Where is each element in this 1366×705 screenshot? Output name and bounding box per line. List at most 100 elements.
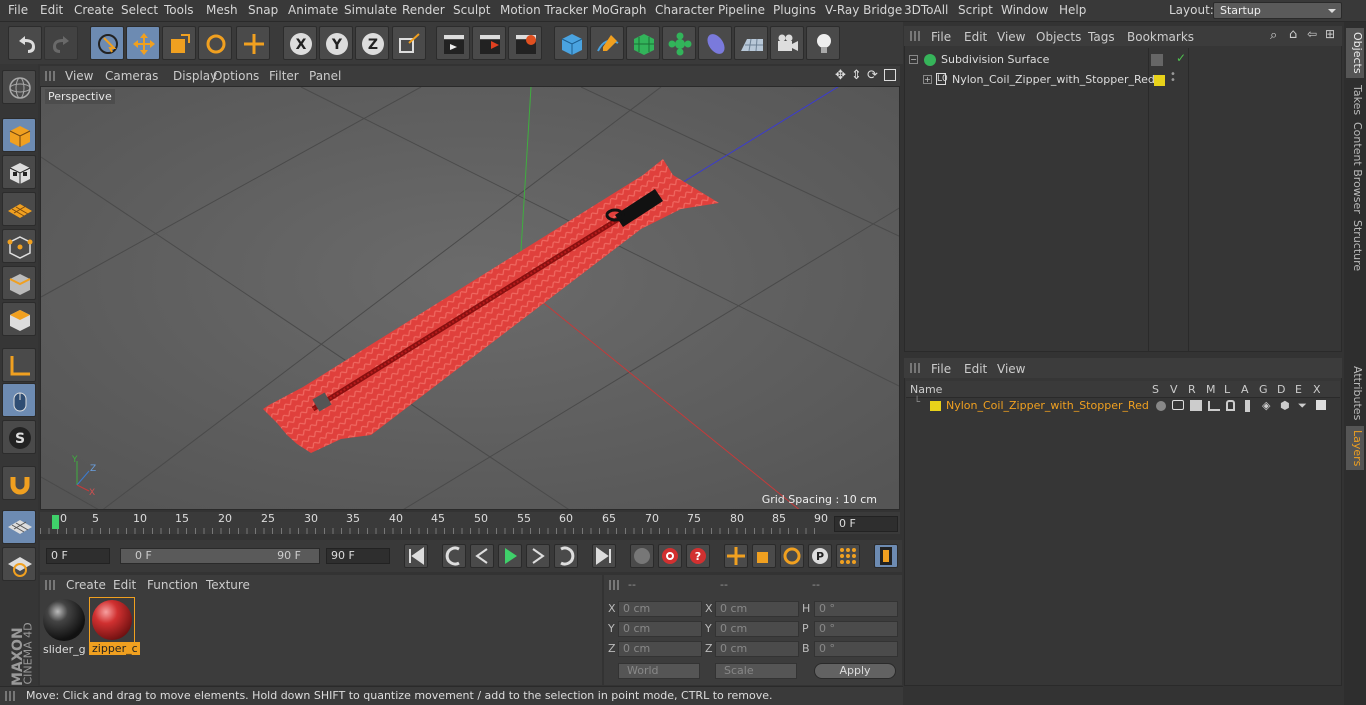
collapse-icon[interactable]: −: [909, 55, 918, 64]
layout-select[interactable]: Startup: [1213, 2, 1342, 19]
material-swatch[interactable]: slider_g: [41, 597, 87, 656]
size-x-field[interactable]: 0 cm: [715, 601, 799, 617]
manager-icon[interactable]: [1208, 401, 1220, 411]
layer-col-deformers[interactable]: D: [1277, 383, 1285, 396]
floor-button[interactable]: [734, 26, 768, 60]
material-menu-edit[interactable]: Edit: [113, 578, 136, 592]
viewport-menu-view[interactable]: View: [65, 69, 93, 83]
camera-button[interactable]: [770, 26, 804, 60]
menu-render[interactable]: Render: [402, 3, 445, 17]
coord-system-select[interactable]: World: [618, 663, 700, 679]
keyframe-selection-button[interactable]: ?: [686, 544, 710, 568]
menu-sculpt[interactable]: Sculpt: [453, 3, 490, 17]
rotate-tool-button[interactable]: [198, 26, 232, 60]
render-clapper-icon[interactable]: [1190, 400, 1202, 411]
rotation-h-field[interactable]: 0 °: [814, 601, 898, 617]
menu-vray-bridge[interactable]: V-Ray Bridge: [825, 3, 902, 17]
menu-script[interactable]: Script: [958, 3, 993, 17]
objects-menu-objects[interactable]: Objects: [1036, 30, 1081, 44]
orbit-view-icon[interactable]: ⟳: [867, 68, 878, 83]
render-view-button[interactable]: [436, 26, 470, 60]
viewport-menu-panel[interactable]: Panel: [309, 69, 341, 83]
deformer-icon[interactable]: ⬢: [1280, 399, 1290, 412]
render-to-picture-viewer-button[interactable]: [472, 26, 506, 60]
light-button[interactable]: [806, 26, 840, 60]
eye-icon[interactable]: [1172, 400, 1184, 410]
material-menu-texture[interactable]: Texture: [206, 578, 250, 592]
end-frame-field[interactable]: 90 F: [326, 548, 390, 564]
search-icon[interactable]: ⌕: [1270, 28, 1277, 43]
menu-window[interactable]: Window: [1001, 3, 1048, 17]
layers-menu-view[interactable]: View: [997, 362, 1025, 376]
current-frame-field[interactable]: 0 F: [834, 516, 898, 532]
expression-icon[interactable]: ⏷: [1298, 399, 1307, 413]
playhead[interactable]: [52, 515, 59, 529]
menu-3dtoall[interactable]: 3DToAll: [904, 3, 948, 17]
menu-create[interactable]: Create: [74, 3, 114, 17]
lock-icon[interactable]: [1226, 400, 1235, 411]
snap-button[interactable]: S: [2, 420, 36, 454]
workplane-lock-button[interactable]: [2, 510, 36, 544]
layer-col-xref[interactable]: X: [1313, 383, 1321, 396]
locked-workplane-button[interactable]: [2, 547, 36, 581]
material-menu-function[interactable]: Function: [147, 578, 198, 592]
viewport-menu-display[interactable]: Display: [173, 69, 217, 83]
frame-range-slider[interactable]: 0 F 90 F: [120, 548, 320, 564]
layer-col-manager[interactable]: M: [1206, 383, 1216, 396]
position-y-field[interactable]: 0 cm: [618, 621, 702, 637]
render-settings-button[interactable]: [508, 26, 542, 60]
points-mode-button[interactable]: [2, 229, 36, 263]
xref-icon[interactable]: [1316, 400, 1326, 410]
make-editable-button[interactable]: [2, 70, 36, 104]
maximize-view-icon[interactable]: [884, 69, 896, 81]
enabled-check-icon[interactable]: ✓: [1176, 51, 1186, 65]
layer-col-name[interactable]: Name: [910, 383, 942, 396]
menu-character[interactable]: Character: [655, 3, 714, 17]
goto-end-button[interactable]: [592, 544, 616, 568]
subdivision-surface-button[interactable]: [626, 26, 660, 60]
layer-color-tag[interactable]: [1154, 75, 1165, 86]
layer-row[interactable]: └ Nylon_Coil_Zipper_with_Stopper_Red ◈ ⬢…: [906, 397, 1340, 414]
start-frame-field[interactable]: 0 F: [46, 548, 110, 564]
3d-viewport[interactable]: Y Z X Perspective Grid Spacing : 10 cm: [40, 86, 900, 510]
z-axis-button[interactable]: Z: [355, 26, 389, 60]
size-z-field[interactable]: 0 cm: [715, 641, 799, 657]
pan-view-icon[interactable]: ✥: [835, 68, 846, 83]
texture-mode-button[interactable]: [2, 155, 36, 189]
layer-col-animation[interactable]: A: [1241, 383, 1249, 396]
polygons-mode-button[interactable]: [2, 302, 36, 336]
y-axis-button[interactable]: Y: [319, 26, 353, 60]
edges-mode-button[interactable]: [2, 266, 36, 300]
prev-key-button[interactable]: [442, 544, 466, 568]
next-key-button[interactable]: [554, 544, 578, 568]
magnet-button[interactable]: [2, 466, 36, 500]
pen-spline-button[interactable]: [590, 26, 624, 60]
key-scale-button[interactable]: [752, 544, 776, 568]
next-frame-button[interactable]: [526, 544, 550, 568]
objects-menu-bookmarks[interactable]: Bookmarks: [1127, 30, 1194, 44]
animation-icon[interactable]: [1245, 400, 1250, 412]
transform-tool-button[interactable]: [236, 26, 270, 60]
expand-icon[interactable]: +: [923, 75, 932, 84]
viewport-menu-filter[interactable]: Filter: [269, 69, 299, 83]
x-axis-button[interactable]: X: [283, 26, 317, 60]
record-keys-button[interactable]: [630, 544, 654, 568]
generator-icon[interactable]: ◈: [1262, 399, 1270, 412]
scale-tool-button[interactable]: [162, 26, 196, 60]
editor-visibility-icon[interactable]: [1151, 54, 1163, 66]
layer-col-view[interactable]: V: [1170, 383, 1178, 396]
deformer-button[interactable]: [698, 26, 732, 60]
menu-file[interactable]: File: [8, 3, 28, 17]
tab-takes[interactable]: Takes: [1346, 82, 1364, 118]
tab-content-browser[interactable]: Content Browser: [1346, 122, 1364, 214]
layer-col-render[interactable]: R: [1188, 383, 1196, 396]
key-parameter-button[interactable]: P: [808, 544, 832, 568]
new-window-icon[interactable]: ⊞: [1325, 27, 1335, 41]
tweak-mode-button[interactable]: [2, 383, 36, 417]
position-z-field[interactable]: 0 cm: [618, 641, 702, 657]
viewport-menu-cameras[interactable]: Cameras: [105, 69, 158, 83]
cloner-button[interactable]: [662, 26, 696, 60]
menu-help[interactable]: Help: [1059, 3, 1086, 17]
layer-col-generators[interactable]: G: [1259, 383, 1268, 396]
menu-plugins[interactable]: Plugins: [773, 3, 816, 17]
